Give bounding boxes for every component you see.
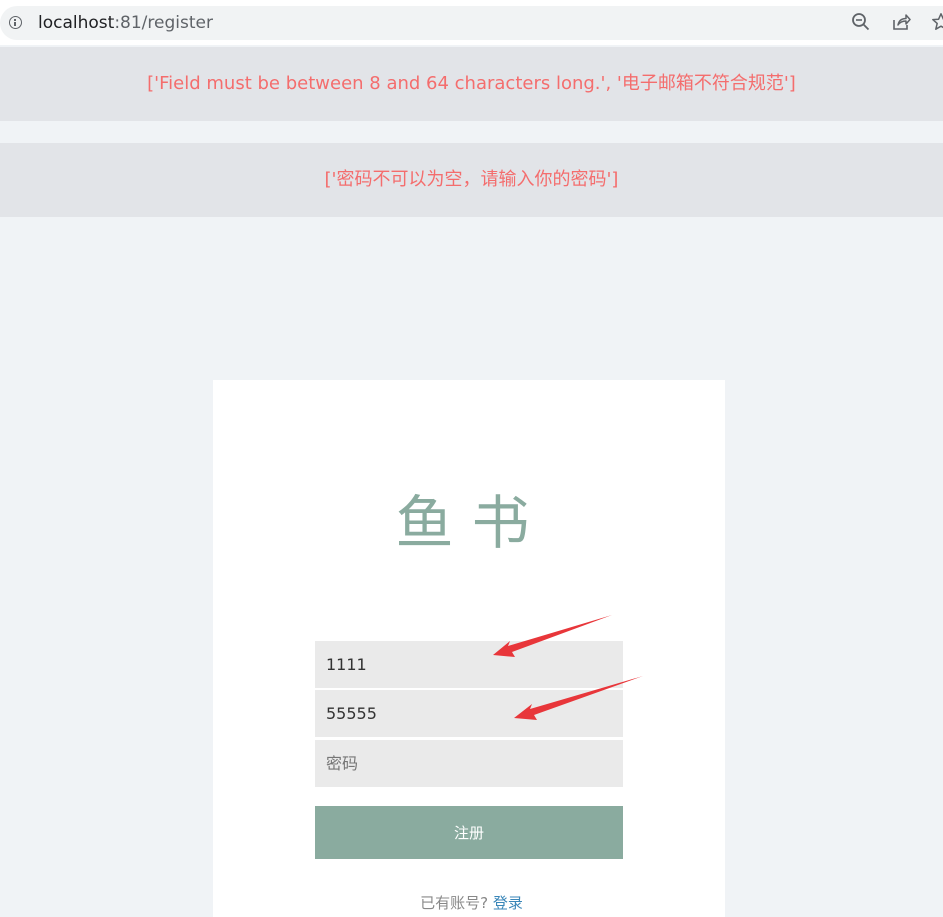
has-account-text: 已有账号? — [420, 894, 489, 912]
url-host: localhost — [38, 13, 115, 33]
zoom-out-icon[interactable] — [851, 12, 871, 32]
url-text[interactable]: localhost:81/register — [38, 12, 213, 34]
site-logo: 鱼书 — [395, 489, 548, 557]
flash-message-validation: ['Field must be between 8 and 64 charact… — [0, 47, 943, 121]
nickname-input[interactable] — [315, 641, 623, 688]
password-input[interactable] — [315, 740, 623, 787]
register-button[interactable]: 注册 — [315, 806, 623, 859]
flash-message-password: ['密码不可以为空，请输入你的密码'] — [0, 143, 943, 217]
url-path: :81/register — [114, 13, 213, 33]
share-icon[interactable] — [891, 12, 911, 32]
browser-address-bar: localhost:81/register — [0, 0, 943, 45]
email-input[interactable] — [315, 690, 623, 737]
login-prompt: 已有账号? 登录 — [0, 892, 943, 914]
info-icon[interactable] — [9, 16, 22, 29]
login-link[interactable]: 登录 — [493, 894, 523, 912]
star-icon[interactable] — [931, 12, 943, 32]
